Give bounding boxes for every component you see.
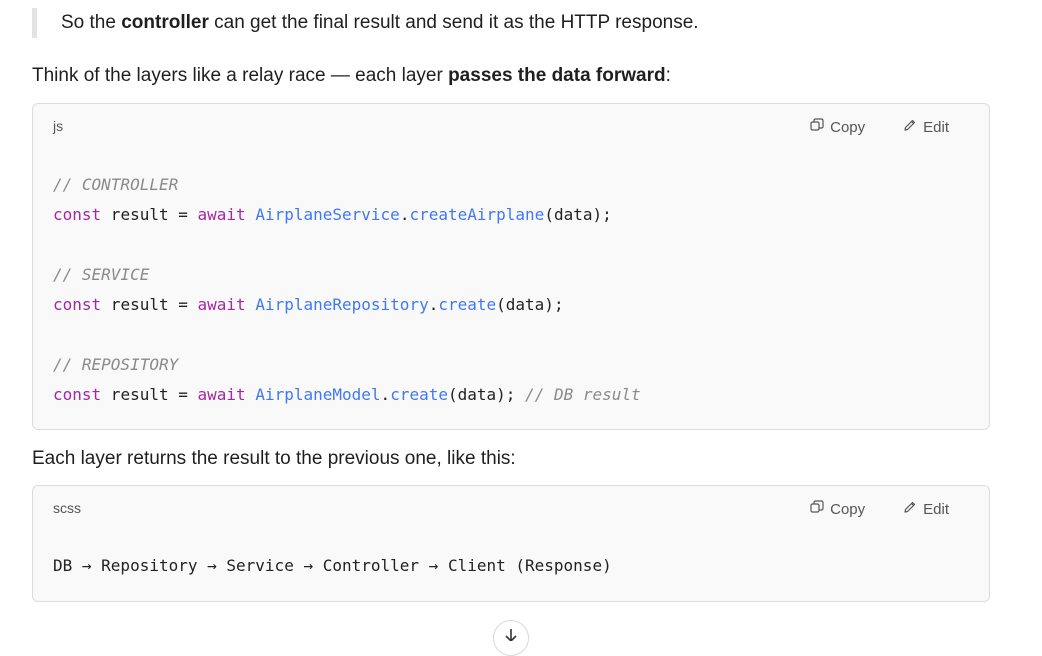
code-line-comment-controller: // CONTROLLER — [53, 175, 179, 194]
para1-before: Think of the layers like a relay race — … — [32, 65, 449, 86]
code-language-label: js — [53, 118, 64, 134]
quote-text-bold: controller — [121, 12, 209, 33]
copy-button[interactable]: Copy — [810, 500, 865, 518]
code-block-scss: scss Copy Edit DB → Repository → Service… — [32, 485, 990, 602]
edit-label: Edit — [923, 500, 949, 518]
paragraph-returns: Each layer returns the result to the pre… — [32, 448, 516, 469]
copy-icon — [810, 118, 824, 136]
copy-button[interactable]: Copy — [810, 118, 865, 136]
code-actions: Copy Edit — [810, 500, 949, 518]
paragraph-relay: Think of the layers like a relay race — … — [32, 62, 671, 90]
code-line-service: const result = await AirplaneRepository.… — [53, 295, 564, 314]
para1-bold: passes the data forward — [448, 65, 666, 86]
edit-label: Edit — [923, 118, 949, 136]
code-line-controller: const result = await AirplaneService.cre… — [53, 205, 612, 224]
edit-button[interactable]: Edit — [903, 118, 949, 136]
edit-icon — [903, 500, 917, 518]
para1-after: : — [665, 65, 671, 86]
edit-button[interactable]: Edit — [903, 500, 949, 518]
blockquote: So the controller can get the final resu… — [32, 8, 699, 38]
code-line-comment-repository: // REPOSITORY — [53, 355, 179, 374]
scroll-down-icon — [503, 621, 519, 646]
code-line-comment-service: // SERVICE — [53, 265, 150, 284]
quote-text-after: can get the final result and send it as … — [208, 12, 699, 33]
scroll-down-button[interactable] — [493, 620, 529, 656]
copy-label: Copy — [830, 500, 866, 518]
code-line-flow: DB → Repository → Service → Controller →… — [53, 556, 612, 575]
code-actions: Copy Edit — [810, 118, 949, 136]
code-block-js: js Copy Edit // CONTROLLER const result … — [32, 103, 990, 430]
code-language-label: scss — [53, 500, 81, 516]
copy-icon — [810, 500, 824, 518]
quote-text-before: So the — [61, 12, 122, 33]
edit-icon — [903, 118, 917, 136]
copy-label: Copy — [830, 118, 866, 136]
code-line-repository: const result = await AirplaneModel.creat… — [53, 385, 641, 404]
